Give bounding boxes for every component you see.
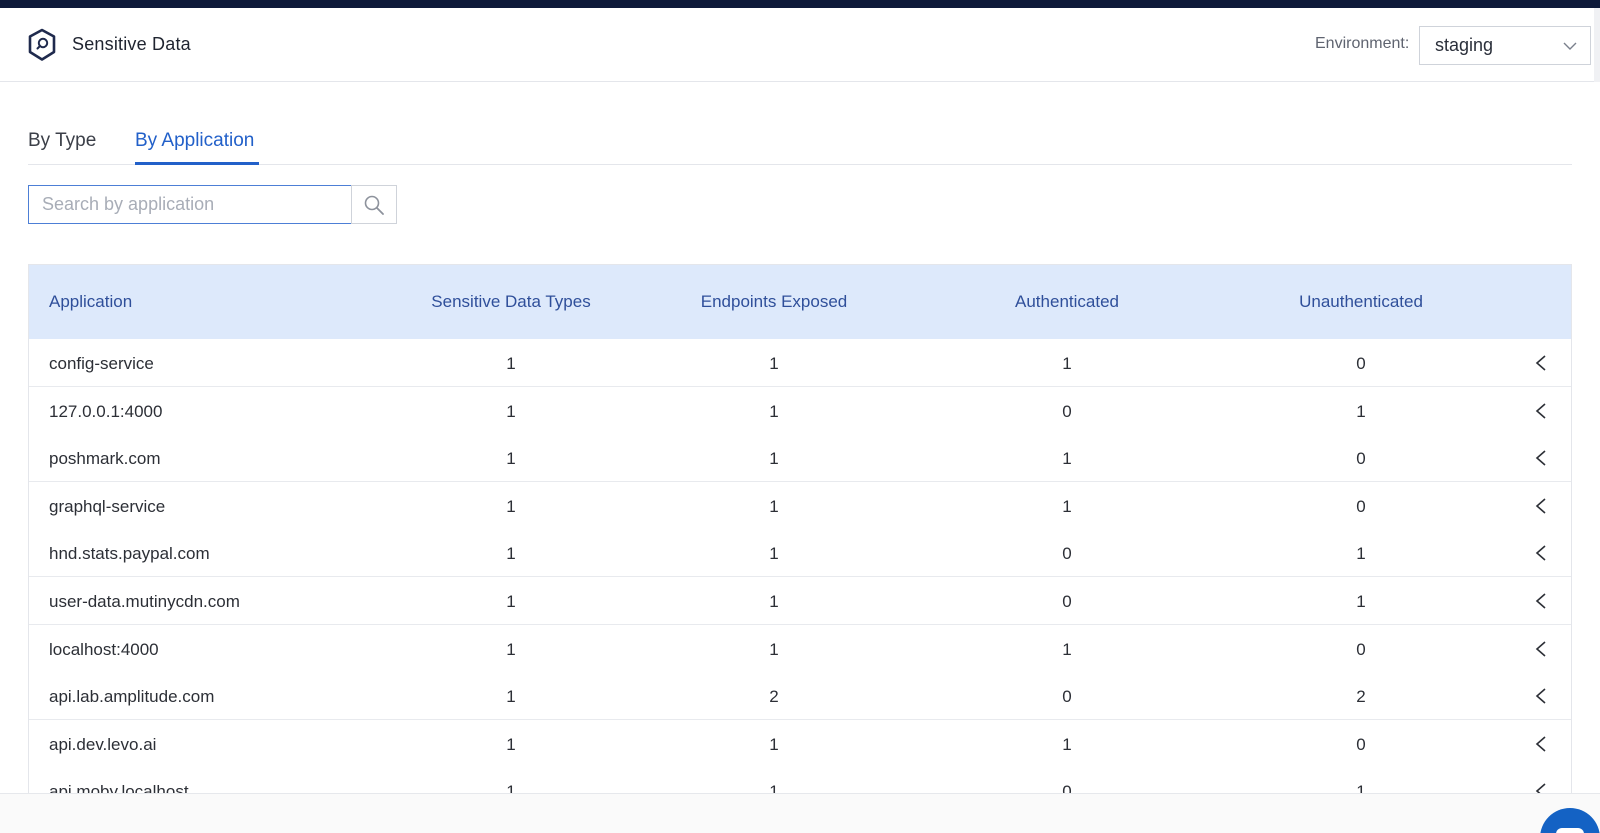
authenticated-cell: 1	[1062, 639, 1072, 659]
shield-search-icon	[28, 28, 56, 61]
authenticated-cell: 0	[1062, 687, 1072, 707]
column-header-unauthenticated[interactable]: Unauthenticated	[1299, 292, 1423, 312]
endpoints-cell: 1	[769, 544, 779, 564]
environment-value: staging	[1435, 35, 1494, 55]
endpoints-cell: 2	[769, 687, 779, 707]
endpoints-cell: 1	[769, 401, 779, 421]
application-cell: user-data.mutinycdn.com	[49, 592, 240, 611]
column-header-sensitive-data-types[interactable]: Sensitive Data Types	[431, 292, 590, 312]
expand-row-chevron-icon[interactable]	[1534, 402, 1548, 420]
column-header-application[interactable]: Application	[49, 292, 132, 312]
table-row[interactable]: api.lab.amplitude.com 1 2 0 2	[29, 672, 1571, 721]
view-tabs: By Type By Application	[28, 120, 1572, 165]
expand-row-chevron-icon[interactable]	[1534, 497, 1548, 515]
table-row[interactable]: user-data.mutinycdn.com 1 1 0 1	[29, 577, 1571, 625]
sensitive-types-cell: 1	[506, 354, 516, 373]
application-cell: api.lab.amplitude.com	[49, 687, 215, 707]
application-cell: graphql-service	[49, 496, 166, 516]
authenticated-cell: 0	[1062, 401, 1072, 421]
chevron-down-icon	[1563, 42, 1577, 50]
chat-icon	[1556, 828, 1584, 833]
table-row[interactable]: config-service 1 1 1 0	[29, 339, 1571, 387]
application-cell: config-service	[49, 354, 154, 373]
unauthenticated-cell: 0	[1356, 496, 1366, 516]
sensitive-types-cell: 1	[506, 592, 516, 611]
table-row[interactable]: poshmark.com 1 1 1 0	[29, 434, 1571, 483]
application-cell: 127.0.0.1:4000	[49, 401, 163, 421]
table-header: Application Sensitive Data Types Endpoin…	[29, 265, 1571, 339]
unauthenticated-cell: 0	[1356, 354, 1366, 373]
application-cell: hnd.stats.paypal.com	[49, 544, 210, 564]
applications-table: Application Sensitive Data Types Endpoin…	[28, 264, 1572, 794]
environment-select[interactable]: staging	[1419, 26, 1591, 65]
endpoints-cell: 1	[769, 449, 779, 469]
footer-bar	[0, 793, 1600, 833]
application-cell: localhost:4000	[49, 639, 159, 659]
unauthenticated-cell: 1	[1356, 544, 1366, 564]
tab-by-application[interactable]: By Application	[135, 130, 254, 152]
expand-row-chevron-icon[interactable]	[1534, 640, 1548, 658]
active-tab-indicator	[135, 162, 259, 165]
expand-row-chevron-icon[interactable]	[1534, 735, 1548, 753]
tab-by-type[interactable]: By Type	[28, 130, 96, 152]
search-button[interactable]	[351, 185, 397, 224]
authenticated-cell: 0	[1062, 544, 1072, 564]
page-header: Sensitive Data Environment: staging	[0, 8, 1594, 82]
endpoints-cell: 1	[769, 734, 779, 754]
authenticated-cell: 1	[1062, 354, 1072, 373]
sensitive-types-cell: 1	[506, 734, 516, 754]
endpoints-cell: 1	[769, 592, 779, 611]
top-bar	[0, 0, 1600, 8]
table-row[interactable]: localhost:4000 1 1 1 0	[29, 624, 1571, 673]
unauthenticated-cell: 1	[1356, 401, 1366, 421]
unauthenticated-cell: 0	[1356, 639, 1366, 659]
authenticated-cell: 1	[1062, 496, 1072, 516]
header-scrollbar[interactable]	[1594, 8, 1600, 82]
environment-label: Environment:	[1315, 35, 1410, 52]
authenticated-cell: 0	[1062, 592, 1072, 611]
sensitive-types-cell: 1	[506, 401, 516, 421]
authenticated-cell: 1	[1062, 449, 1072, 469]
expand-row-chevron-icon[interactable]	[1534, 544, 1548, 562]
table-row[interactable]: api.moby.localhost 1 1 0 1	[29, 767, 1571, 793]
sensitive-types-cell: 1	[506, 496, 516, 516]
column-header-endpoints-exposed[interactable]: Endpoints Exposed	[701, 292, 848, 312]
endpoints-cell: 1	[769, 496, 779, 516]
unauthenticated-cell: 1	[1356, 592, 1366, 611]
application-cell: poshmark.com	[49, 449, 161, 469]
sensitive-types-cell: 1	[506, 639, 516, 659]
expand-row-chevron-icon[interactable]	[1534, 592, 1548, 610]
table-row[interactable]: hnd.stats.paypal.com 1 1 0 1	[29, 529, 1571, 578]
expand-row-chevron-icon[interactable]	[1534, 354, 1548, 372]
endpoints-cell: 1	[769, 354, 779, 373]
search-icon	[364, 195, 384, 215]
endpoints-cell: 1	[769, 639, 779, 659]
table-row[interactable]: 127.0.0.1:4000 1 1 0 1	[29, 386, 1571, 435]
column-header-authenticated[interactable]: Authenticated	[1015, 292, 1119, 312]
page-title: Sensitive Data	[72, 34, 191, 54]
sensitive-types-cell: 1	[506, 544, 516, 564]
sensitive-types-cell: 1	[506, 449, 516, 469]
expand-row-chevron-icon[interactable]	[1534, 449, 1548, 467]
authenticated-cell: 1	[1062, 734, 1072, 754]
search-input[interactable]	[28, 185, 352, 224]
unauthenticated-cell: 0	[1356, 734, 1366, 754]
application-cell: api.dev.levo.ai	[49, 734, 157, 754]
table-row[interactable]: graphql-service 1 1 1 0	[29, 481, 1571, 530]
unauthenticated-cell: 0	[1356, 449, 1366, 469]
unauthenticated-cell: 2	[1356, 687, 1366, 707]
sensitive-types-cell: 1	[506, 687, 516, 707]
table-row[interactable]: api.dev.levo.ai 1 1 1 0	[29, 719, 1571, 768]
expand-row-chevron-icon[interactable]	[1534, 687, 1548, 705]
